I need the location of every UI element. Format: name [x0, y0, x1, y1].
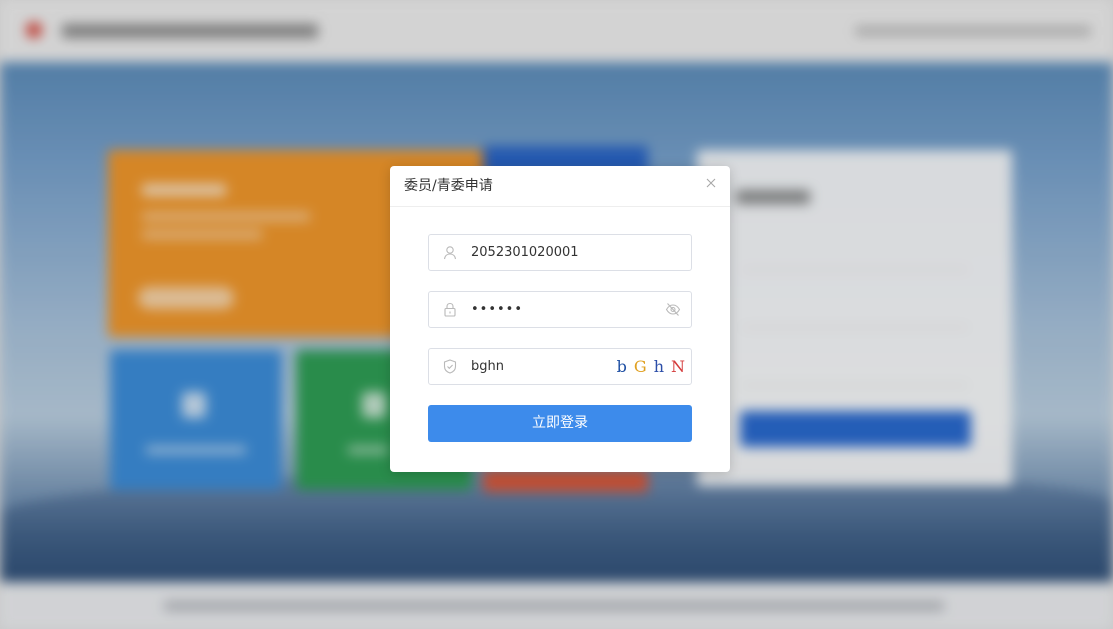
application-login-modal: 委员/青委申请 bGhN 立即登录: [390, 166, 730, 472]
modal-header: 委员/青委申请: [390, 166, 730, 207]
password-field: [428, 291, 692, 328]
captcha-image[interactable]: bGhN: [607, 355, 685, 379]
captcha-field: bGhN: [428, 348, 692, 385]
username-field: [428, 234, 692, 271]
captcha-char: G: [633, 357, 647, 376]
login-button[interactable]: 立即登录: [428, 405, 692, 442]
shield-icon: [443, 359, 457, 374]
user-icon: [443, 246, 457, 260]
modal-title: 委员/青委申请: [404, 178, 493, 194]
captcha-char: N: [671, 357, 685, 376]
eye-off-icon[interactable]: [665, 302, 681, 317]
lock-icon: [444, 302, 456, 317]
captcha-char: h: [653, 357, 664, 376]
username-input[interactable]: [471, 235, 641, 270]
captcha-char: b: [616, 357, 627, 376]
password-input[interactable]: [471, 292, 641, 327]
close-icon[interactable]: [704, 176, 718, 190]
